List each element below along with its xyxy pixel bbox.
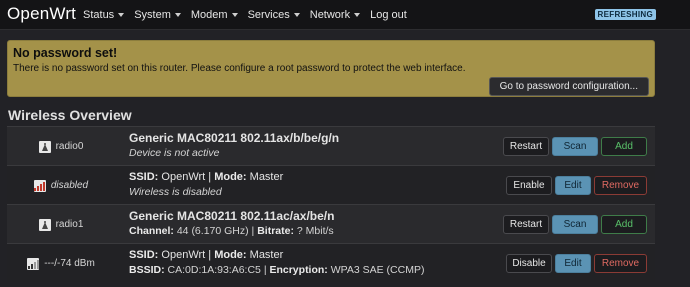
status-label: radio1 — [55, 219, 84, 230]
table-row: radio0 Generic MAC80211 802.11ax/b/be/g/… — [7, 126, 655, 165]
signal-label: ---/-74 dBm — [44, 258, 95, 269]
chevron-down-icon — [174, 13, 181, 17]
bssid-value: CA:0D:1A:93:A6:C5 — [167, 264, 261, 276]
menu-system-label: System — [134, 9, 171, 21]
menu-services[interactable]: Services — [248, 0, 308, 30]
refreshing-badge[interactable]: REFRESHING — [594, 9, 656, 20]
ssid-key: SSID: — [129, 171, 159, 183]
radio-device-icon — [38, 218, 51, 231]
password-config-button[interactable]: Go to password configuration... — [488, 77, 649, 96]
menu-logout[interactable]: Log out — [370, 0, 415, 30]
device-details: Channel: 44 (6.170 GHz) | Bitrate: ? Mbi… — [129, 225, 334, 237]
chevron-down-icon — [293, 13, 300, 17]
edit-button[interactable]: Edit — [555, 254, 591, 273]
row-actions: Enable Edit Remove — [506, 176, 647, 195]
restart-button[interactable]: Restart — [503, 215, 549, 234]
menu-services-label: Services — [247, 9, 290, 21]
network-summary: SSID: OpenWrt | Mode: Master — [129, 249, 284, 261]
disable-button[interactable]: Disable — [506, 254, 552, 273]
device-info: Generic MAC80211 802.11ac/ax/be/n Channe… — [129, 209, 489, 238]
menu-status-label: Status — [83, 9, 115, 21]
brand-logo[interactable]: OpenWrt — [7, 4, 76, 24]
ssid-key: SSID: — [129, 249, 159, 261]
network-summary: SSID: OpenWrt | Mode: Master — [129, 171, 284, 183]
menu-modem[interactable]: Modem — [191, 0, 246, 30]
mode-value: Master — [249, 171, 284, 183]
status-label: radio0 — [55, 141, 84, 152]
main-menu: Status System Modem Services Network Log… — [83, 0, 417, 30]
chevron-down-icon — [354, 13, 361, 17]
scan-button[interactable]: Scan — [552, 137, 598, 156]
chevron-down-icon — [118, 13, 125, 17]
alert-text: There is no password set on this router.… — [13, 63, 466, 74]
device-name: Generic MAC80211 802.11ac/ax/be/n — [129, 209, 335, 223]
network-info: SSID: OpenWrt | Mode: Master Wireless is… — [129, 170, 489, 199]
menu-system[interactable]: System — [134, 0, 189, 30]
edit-button[interactable]: Edit — [555, 176, 591, 195]
device-info: Generic MAC80211 802.11ax/b/be/g/n Devic… — [129, 131, 489, 160]
add-button[interactable]: Add — [601, 137, 647, 156]
ssid-value: OpenWrt — [161, 249, 206, 261]
enable-button[interactable]: Enable — [506, 176, 552, 195]
channel-key: Channel: — [129, 225, 174, 237]
top-navbar: OpenWrt Status System Modem Services Net… — [0, 0, 690, 30]
no-password-alert: No password set! There is no password se… — [7, 40, 655, 97]
table-row: radio1 Generic MAC80211 802.11ac/ax/be/n… — [7, 204, 655, 243]
add-button[interactable]: Add — [601, 215, 647, 234]
network-status: ---/-74 dBm — [7, 244, 115, 283]
row-actions: Disable Edit Remove — [506, 254, 647, 273]
encryption-value: WPA3 SAE (CCMP) — [330, 264, 425, 276]
alert-title: No password set! — [13, 46, 118, 60]
network-details: BSSID: CA:0D:1A:93:A6:C5 | Encryption: W… — [129, 264, 425, 276]
bitrate-key: Bitrate: — [257, 225, 294, 237]
device-status: radio0 — [7, 127, 115, 166]
network-status: disabled — [7, 166, 115, 205]
restart-button[interactable]: Restart — [503, 137, 549, 156]
bssid-key: BSSID: — [129, 264, 165, 276]
channel-value: 44 (6.170 GHz) — [176, 225, 249, 237]
device-name: Generic MAC80211 802.11ax/b/be/g/n — [129, 131, 340, 145]
mode-key: Mode: — [214, 171, 247, 183]
mode-key: Mode: — [214, 249, 247, 261]
chevron-down-icon — [231, 13, 238, 17]
scan-button[interactable]: Scan — [552, 215, 598, 234]
wireless-table: radio0 Generic MAC80211 802.11ax/b/be/g/… — [7, 126, 655, 282]
remove-button[interactable]: Remove — [594, 254, 647, 273]
mode-value: Master — [249, 249, 284, 261]
status-label: disabled — [50, 180, 89, 191]
menu-network[interactable]: Network — [310, 0, 368, 30]
row-actions: Restart Scan Add — [503, 137, 647, 156]
section-title: Wireless Overview — [8, 107, 132, 123]
device-status: radio1 — [7, 205, 115, 244]
table-row: disabled SSID: OpenWrt | Mode: Master Wi… — [7, 165, 655, 204]
menu-status[interactable]: Status — [83, 0, 132, 30]
menu-network-label: Network — [309, 9, 351, 21]
radio-device-icon — [38, 140, 51, 153]
bitrate-value: ? Mbit/s — [296, 225, 334, 237]
menu-modem-label: Modem — [190, 9, 228, 21]
menu-logout-label: Log out — [370, 9, 407, 21]
network-state: Wireless is disabled — [129, 186, 222, 198]
signal-bars-icon — [27, 257, 40, 270]
row-actions: Restart Scan Add — [503, 215, 647, 234]
ssid-value: OpenWrt — [161, 171, 206, 183]
encryption-key: Encryption: — [269, 264, 328, 276]
network-info: SSID: OpenWrt | Mode: Master BSSID: CA:0… — [129, 248, 489, 277]
signal-disabled-icon — [33, 179, 46, 192]
remove-button[interactable]: Remove — [594, 176, 647, 195]
device-state: Device is not active — [129, 147, 220, 159]
table-row: ---/-74 dBm SSID: OpenWrt | Mode: Master… — [7, 243, 655, 282]
